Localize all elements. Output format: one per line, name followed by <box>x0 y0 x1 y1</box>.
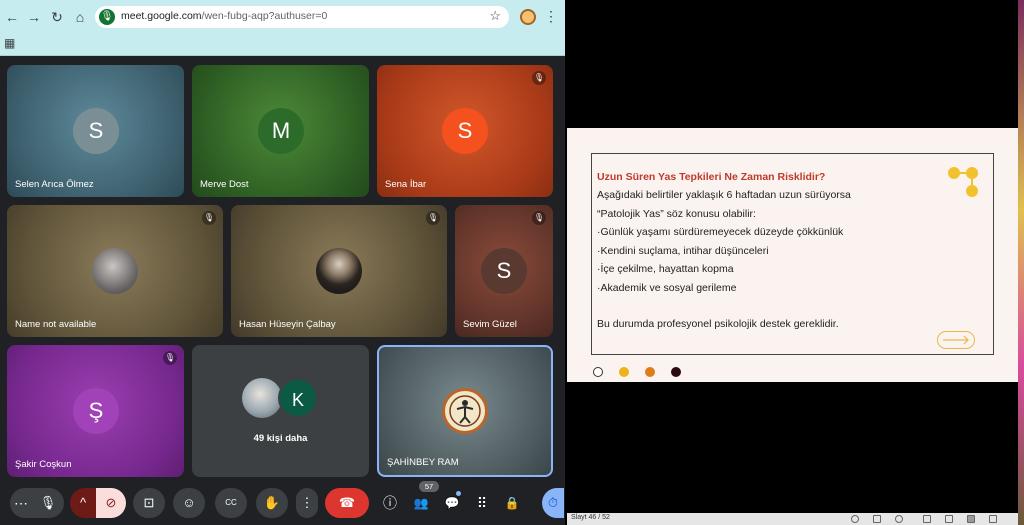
avatar: S <box>481 248 527 294</box>
prev-slide-icon[interactable] <box>851 515 859 523</box>
bookmarks-bar: ▦ <box>0 34 565 56</box>
meeting-info-button[interactable]: ⓘ <box>380 488 400 518</box>
participant-tile[interactable]: M Merve Dost <box>192 65 369 197</box>
url-text[interactable]: meet.google.com/wen-fubg-aqp?authuser=0 <box>121 10 327 22</box>
slide-line: ·İçe çekilme, hayattan kopma <box>597 263 734 275</box>
microphone-button[interactable]: 🎙 <box>32 488 64 518</box>
video-options-chevron-icon[interactable]: ^ <box>70 488 96 518</box>
molecule-decoration-icon <box>948 167 978 197</box>
participant-name: Merve Dost <box>200 179 249 190</box>
participant-tile[interactable]: S 🎙 Sena İbar <box>377 65 553 197</box>
slide-title: Uzun Süren Yas Tepkileri Ne Zaman Riskli… <box>597 171 826 183</box>
participant-name: Şakir Coşkun <box>15 459 72 470</box>
camera-off-button[interactable]: ⊘ <box>96 488 126 518</box>
slide-line: ·Günlük yaşamı sürdüremeyecek düzeyde çö… <box>597 226 844 238</box>
reading-view-icon[interactable] <box>967 515 975 523</box>
slide-dot <box>619 367 629 377</box>
address-bar: ← → ↻ ⌂ 🎙 meet.google.com/wen-fubg-aqp?a… <box>0 0 565 34</box>
background-wallpaper-strip <box>1018 0 1024 525</box>
sorter-view-icon[interactable] <box>945 515 953 523</box>
slide-line: Bu durumda profesyonel psikolojik destek… <box>597 318 839 330</box>
next-slide-icon[interactable] <box>895 515 903 523</box>
home-button[interactable]: ⌂ <box>70 7 90 27</box>
present-screen-button[interactable]: ⊡ <box>133 488 165 518</box>
site-info-icon[interactable]: 🎙 <box>99 9 115 25</box>
avatar: S <box>442 108 488 154</box>
url-path: /wen-fubg-aqp?authuser=0 <box>201 10 328 22</box>
slide-dot <box>645 367 655 377</box>
slide-dot <box>671 367 681 377</box>
forward-button[interactable]: → <box>24 7 44 27</box>
participant-name: Sena İbar <box>385 179 427 190</box>
reload-button[interactable]: ↻ <box>47 7 67 27</box>
muted-mic-icon: 🎙 <box>163 351 177 365</box>
participant-name: Name not available <box>15 319 97 330</box>
avatar: K <box>278 378 318 418</box>
slide-sorter-icon[interactable] <box>873 515 881 523</box>
muted-mic-icon: 🎙 <box>202 211 216 225</box>
muted-mic-icon: 🎙 <box>532 71 546 85</box>
avatar: S <box>73 108 119 154</box>
back-button[interactable]: ← <box>2 7 22 27</box>
normal-view-icon[interactable] <box>923 515 931 523</box>
slide-dot <box>593 367 603 377</box>
participant-photo <box>316 248 362 294</box>
arrow-right-icon <box>943 335 969 345</box>
avatar: M <box>258 108 304 154</box>
slide-line: Aşağıdaki belirtiler yaklaşık 6 haftadan… <box>597 189 851 201</box>
avatar: Ş <box>73 388 119 434</box>
organization-logo <box>442 388 488 434</box>
participant-tile[interactable]: 🎙 Hasan Hüseyin Çalbay <box>231 205 447 337</box>
slideshow-view-icon[interactable] <box>989 515 997 523</box>
muted-mic-icon: 🎙 <box>532 211 546 225</box>
participant-name: Selen Arıca Ölmez <box>15 179 94 190</box>
activities-button[interactable]: ⠿ <box>471 488 493 518</box>
slide-line: ·Akademik ve sosyal gerileme <box>597 282 737 294</box>
slide-counter: Slayt 46 / 52 <box>571 514 610 521</box>
host-controls-button[interactable]: 🔒 <box>501 488 523 518</box>
emoji-reaction-button[interactable]: ☺ <box>173 488 205 518</box>
participant-name: Sevim Güzel <box>463 319 517 330</box>
presentation-status-bar: Slayt 46 / 52 <box>567 513 1018 525</box>
participant-tile[interactable]: Ş 🎙 Şakir Coşkun <box>7 345 184 477</box>
participant-tile[interactable]: 🎙 Name not available <box>7 205 223 337</box>
timer-icon[interactable]: ⏱ <box>542 488 564 518</box>
presentation-slide: Uzun Süren Yas Tepkileri Ne Zaman Riskli… <box>567 128 1018 382</box>
slide-line: “Patolojik Yas” söz konusu olabilir: <box>597 208 756 220</box>
more-participants-tile[interactable]: K 49 kişi daha <box>192 345 369 477</box>
raise-hand-button[interactable]: ✋ <box>256 488 288 518</box>
more-audio-options-button[interactable]: ⋯ <box>10 488 32 518</box>
more-options-button[interactable]: ⋮ <box>296 488 318 518</box>
bookmark-star-icon[interactable]: ☆ <box>489 8 501 24</box>
participant-tile[interactable]: S Selen Arıca Ölmez <box>7 65 184 197</box>
url-host: meet.google.com <box>121 10 202 22</box>
participant-name: Hasan Hüseyin Çalbay <box>239 319 336 330</box>
next-arrow-icon[interactable] <box>937 331 975 349</box>
chat-notification-dot <box>456 491 461 496</box>
apps-grid-icon[interactable]: ▦ <box>4 36 15 50</box>
slide-line: ·Kendini suçlama, intihar düşünceleri <box>597 245 769 257</box>
participant-tile-active[interactable]: ŞAHİNBEY RAM <box>377 345 553 477</box>
logo-figure-icon <box>449 395 481 427</box>
meet-toolbar: ⋯ 🎙 ^ ⊘ ⊡ ☺ CC ✋ ⋮ ☎ ⓘ 57 👥 💬 ⠿ 🔒 ⏱ <box>0 481 565 525</box>
muted-mic-icon: 🎙 <box>426 211 440 225</box>
participant-name: ŞAHİNBEY RAM <box>387 457 459 468</box>
participant-photo <box>92 248 138 294</box>
participant-photo <box>242 378 282 418</box>
captions-button[interactable]: CC <box>215 488 247 518</box>
participant-tile[interactable]: S 🎙 Sevim Güzel <box>455 205 553 337</box>
profile-avatar-icon[interactable] <box>520 9 536 25</box>
people-button[interactable]: 👥 <box>410 488 432 518</box>
meet-grid: S Selen Arıca Ölmez M Merve Dost S 🎙 Sen… <box>0 56 565 525</box>
browser-menu-icon[interactable]: ⋮ <box>544 8 558 25</box>
browser-window: ← → ↻ ⌂ 🎙 meet.google.com/wen-fubg-aqp?a… <box>0 0 565 525</box>
more-participants-label: 49 kişi daha <box>253 433 308 444</box>
omnibox[interactable]: 🎙 meet.google.com/wen-fubg-aqp?authuser=… <box>95 6 509 28</box>
end-call-button[interactable]: ☎ <box>325 488 369 518</box>
